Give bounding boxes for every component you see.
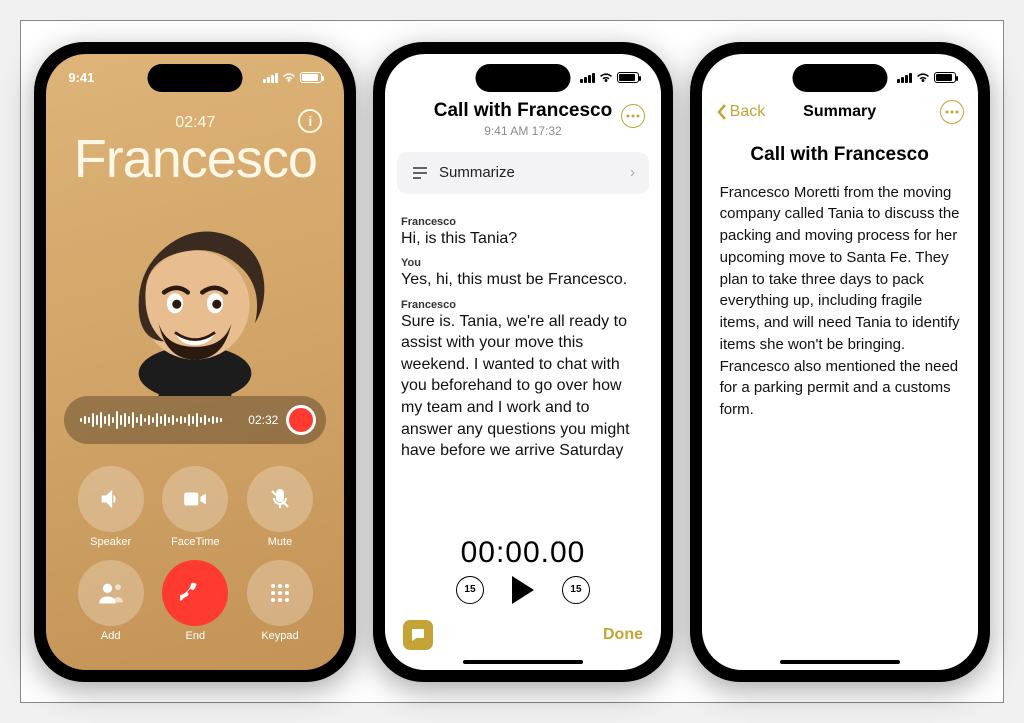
home-indicator[interactable] (780, 660, 900, 664)
wifi-icon (282, 73, 296, 83)
more-button[interactable] (940, 100, 964, 124)
speaker-label: You (401, 257, 645, 269)
summarize-icon (411, 165, 429, 181)
speaker-label: Francesco (401, 299, 645, 311)
signal-icon (263, 73, 278, 83)
recording-bar: 02:32 (64, 396, 326, 444)
memoji-avatar (95, 196, 295, 396)
dynamic-island (148, 64, 243, 92)
back-button[interactable]: Back (716, 103, 766, 121)
waveform-icon (80, 411, 240, 429)
skip-forward-button[interactable]: 15 (562, 576, 590, 604)
wifi-icon (916, 73, 930, 83)
wifi-icon (599, 73, 613, 83)
summarize-row[interactable]: Summarize › (397, 152, 649, 194)
playback-timer: 00:00.00 (385, 536, 661, 570)
status-time: 9:41 (68, 70, 94, 85)
keypad-button[interactable]: Keypad (244, 560, 317, 642)
signal-icon (580, 73, 595, 83)
skip-back-button[interactable]: 15 (456, 576, 484, 604)
summary-title: Call with Francesco (720, 144, 960, 166)
chat-button[interactable] (403, 620, 433, 650)
transcript-subtitle: 9:41 AM 17:32 (401, 124, 645, 138)
battery-icon (934, 72, 956, 83)
dynamic-island (475, 64, 570, 92)
summary-text: Francesco Moretti from the moving compan… (720, 182, 960, 421)
transcript-body[interactable]: Francesco Hi, is this Tania? You Yes, hi… (385, 208, 661, 526)
battery-icon (617, 72, 639, 83)
done-button[interactable]: Done (603, 626, 643, 644)
phone-transcript: . Call with Francesco 9:41 AM 17:32 Summ… (373, 42, 673, 682)
transcript-title: Call with Francesco (401, 100, 645, 122)
transcript-line: Yes, hi, this must be Francesco. (401, 269, 645, 291)
phone-summary: . Back Summary Call with Francesco Franc… (690, 42, 990, 682)
phone-call: 9:41 i 02:47 Francesco 02:32 (34, 42, 356, 682)
play-button[interactable] (512, 576, 534, 604)
stage: 9:41 i 02:47 Francesco 02:32 (20, 20, 1004, 703)
battery-icon (300, 72, 322, 83)
transcript-line: Sure is. Tania, we're all ready to assis… (401, 311, 645, 462)
info-button[interactable]: i (298, 109, 322, 133)
chevron-right-icon: › (630, 164, 635, 181)
recording-time: 02:32 (248, 413, 278, 427)
caller-name: Francesco (46, 128, 344, 190)
summarize-label: Summarize (439, 164, 515, 181)
transcript-line: Hi, is this Tania? (401, 228, 645, 250)
add-button[interactable]: Add (74, 560, 147, 642)
speaker-button[interactable]: Speaker (74, 466, 147, 548)
speaker-label: Francesco (401, 216, 645, 228)
end-call-button[interactable]: End (159, 560, 232, 642)
facetime-button[interactable]: FaceTime (159, 466, 232, 548)
home-indicator[interactable] (463, 660, 583, 664)
more-button[interactable] (621, 104, 645, 128)
signal-icon (897, 73, 912, 83)
dynamic-island (792, 64, 887, 92)
record-button[interactable] (286, 405, 316, 435)
mute-button[interactable]: Mute (244, 466, 317, 548)
